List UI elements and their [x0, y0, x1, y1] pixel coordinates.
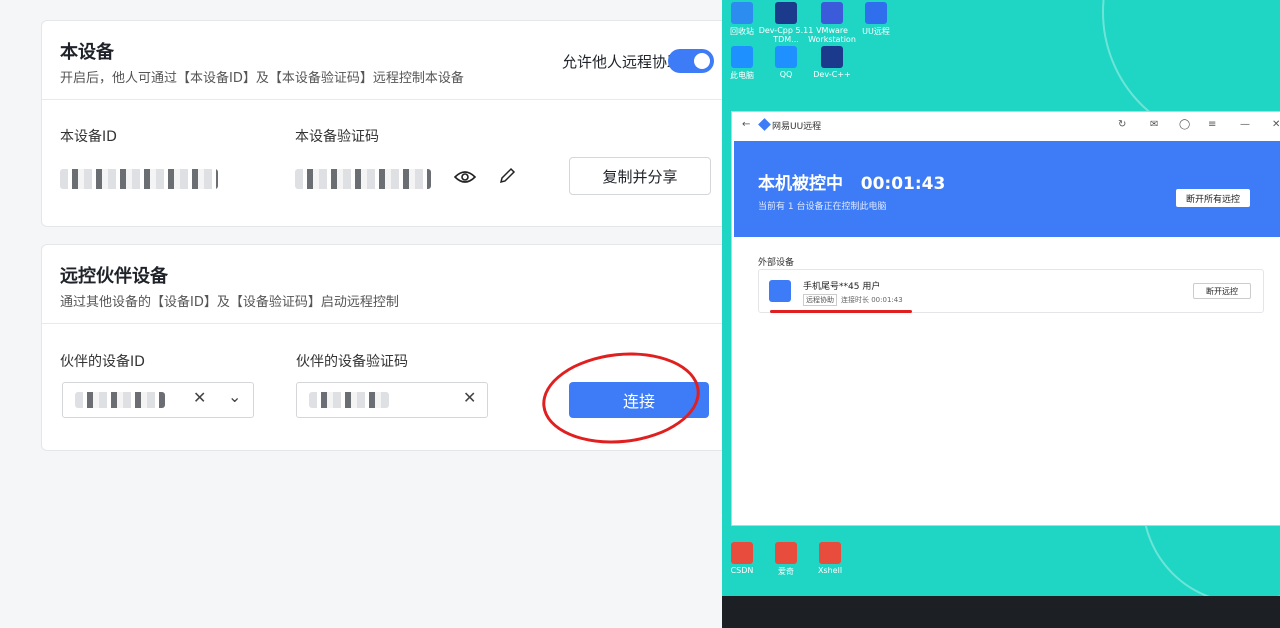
partner-device-title: 远控伙伴设备 — [60, 266, 168, 287]
partner-device-card: 远控伙伴设备 通过其他设备的【设备ID】及【设备验证码】启动远程控制 伙伴的设备… — [41, 244, 743, 452]
controlled-status-banner: 本机被控中 00:01:43 当前有 1 台设备正在控制此电脑 断开所有远控 — [734, 141, 1280, 237]
partner-id-value-masked — [75, 392, 165, 408]
control-timer: 00:01:43 — [860, 174, 946, 194]
device-tag: 远程协助 — [803, 294, 837, 306]
app-icon — [819, 542, 841, 564]
desktop-icon[interactable]: Xshell — [800, 542, 860, 575]
app-icon — [821, 2, 843, 24]
desktop-icon-label: Xshell — [817, 566, 843, 575]
local-device-card: 本设备 开启后，他人可通过【本设备ID】及【本设备验证码】远程控制本设备 允许他… — [41, 20, 743, 227]
external-device-item: 手机尾号**45 用户 远程协助 连接时长 00:01:43 断开远控 — [758, 269, 1264, 313]
uu-remote-window: ← 网易UU远程 ↻ ✉ ◯ ≡ — ✕ 本机被控中 00:01:43 当前有 … — [731, 111, 1280, 526]
clear-icon[interactable]: ✕ — [463, 388, 476, 407]
app-icon — [775, 2, 797, 24]
app-icon — [731, 2, 753, 24]
controlled-status-text: 本机被控中 00:01:43 — [758, 174, 946, 194]
window-titlebar: ← 网易UU远程 ↻ ✉ ◯ ≡ — ✕ — [732, 112, 1280, 140]
desktop-icon[interactable]: Dev-C++ — [802, 46, 862, 79]
partner-id-label: 伙伴的设备ID — [60, 354, 145, 370]
close-icon[interactable]: ✕ — [1272, 119, 1280, 130]
app-icon — [821, 46, 843, 68]
local-device-title: 本设备 — [60, 42, 114, 63]
local-id-value-masked — [60, 169, 218, 189]
local-code-value-masked — [295, 169, 431, 189]
local-id-label: 本设备ID — [60, 129, 117, 145]
partner-code-value-masked — [309, 392, 389, 408]
desktop-icon[interactable]: UU远程 — [846, 2, 906, 37]
notification-icon[interactable]: ✉ — [1150, 119, 1158, 130]
app-icon — [865, 2, 887, 24]
divider — [42, 99, 742, 100]
chevron-down-icon[interactable]: ⌄ — [228, 387, 241, 406]
allow-remote-toggle[interactable] — [668, 49, 714, 73]
annotation-circle — [537, 344, 705, 452]
minimize-icon[interactable]: — — [1240, 119, 1250, 130]
external-devices-label: 外部设备 — [758, 258, 795, 268]
desktop-icon-label: UU远程 — [862, 27, 890, 36]
disconnect-button[interactable]: 断开远控 — [1193, 283, 1251, 299]
refresh-icon[interactable]: ↻ — [1118, 119, 1126, 130]
show-code-eye-icon[interactable] — [452, 164, 478, 190]
divider — [42, 323, 742, 324]
app-icon — [775, 46, 797, 68]
clear-icon[interactable]: ✕ — [193, 388, 206, 407]
app-icon — [731, 542, 753, 564]
desktop-icon-label: Dev-C++ — [813, 70, 851, 79]
remote-control-panel: 本设备 开启后，他人可通过【本设备ID】及【本设备验证码】远程控制本设备 允许他… — [0, 0, 743, 628]
local-code-label: 本设备验证码 — [295, 129, 379, 145]
app-icon — [731, 46, 753, 68]
menu-icon[interactable]: ≡ — [1208, 119, 1216, 130]
controlled-status-sub: 当前有 1 台设备正在控制此电脑 — [758, 202, 887, 212]
partner-id-input[interactable]: ✕ ⌄ — [62, 382, 254, 418]
disconnect-all-button[interactable]: 断开所有远控 — [1176, 189, 1250, 207]
edit-code-pencil-icon[interactable] — [494, 163, 520, 189]
partner-code-label: 伙伴的设备验证码 — [296, 354, 408, 370]
device-duration: 连接时长 00:01:43 — [841, 296, 903, 304]
annotation-underline — [770, 310, 912, 313]
remote-desktop-view: 回收站 Dev-Cpp 5.11 TDM... VMware Workstation… — [722, 0, 1280, 628]
app-logo-icon — [758, 118, 771, 131]
user-icon[interactable]: ◯ — [1179, 119, 1190, 130]
device-name: 手机尾号**45 用户 — [803, 282, 881, 292]
allow-remote-label: 允许他人远程协助 — [561, 53, 682, 71]
taskbar — [722, 596, 1280, 628]
window-title: 网易UU远程 — [772, 122, 822, 132]
app-icon — [775, 542, 797, 564]
windows-icon — [769, 280, 791, 302]
partner-code-input[interactable]: ✕ — [296, 382, 488, 418]
copy-share-button[interactable]: 复制并分享 — [569, 157, 711, 195]
local-device-subtitle: 开启后，他人可通过【本设备ID】及【本设备验证码】远程控制本设备 — [60, 71, 464, 86]
partner-device-subtitle: 通过其他设备的【设备ID】及【设备验证码】启动远程控制 — [60, 295, 399, 310]
back-arrow-icon[interactable]: ← — [742, 119, 750, 130]
